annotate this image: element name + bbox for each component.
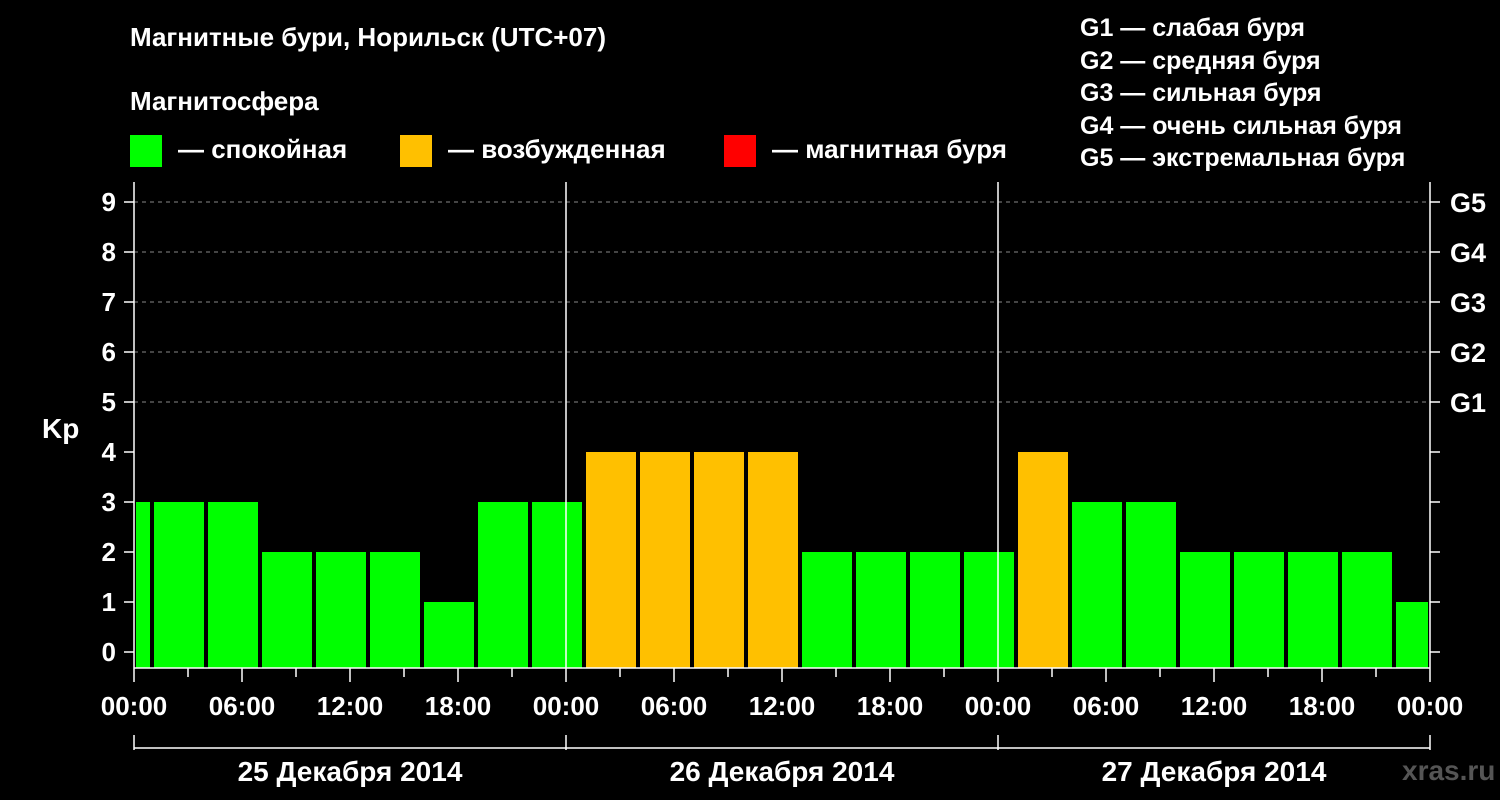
kp-bar bbox=[424, 602, 474, 668]
kp-bar bbox=[640, 452, 690, 668]
storm-level-label: G4 bbox=[1450, 238, 1486, 268]
kp-bar bbox=[1396, 602, 1428, 668]
day-label: 27 Декабря 2014 bbox=[1102, 756, 1327, 787]
storm-level-label: G5 bbox=[1450, 188, 1486, 218]
x-tick-label: 12:00 bbox=[317, 691, 384, 721]
x-tick-label: 12:00 bbox=[749, 691, 816, 721]
y-tick-label: 4 bbox=[102, 437, 117, 467]
x-tick-label: 18:00 bbox=[425, 691, 492, 721]
kp-bar bbox=[1072, 502, 1122, 668]
storm-level-label: G2 bbox=[1450, 338, 1486, 368]
x-tick-label: 18:00 bbox=[857, 691, 924, 721]
y-tick-label: 5 bbox=[102, 387, 116, 417]
kp-bar bbox=[964, 552, 1014, 668]
kp-bar bbox=[1018, 452, 1068, 668]
kp-bar bbox=[262, 552, 312, 668]
kp-bar bbox=[1126, 502, 1176, 668]
kp-bar bbox=[856, 552, 906, 668]
kp-bar bbox=[1234, 552, 1284, 668]
day-label: 25 Декабря 2014 bbox=[238, 756, 463, 787]
kp-bar bbox=[586, 452, 636, 668]
x-tick-label: 00:00 bbox=[1397, 691, 1464, 721]
x-tick-label: 06:00 bbox=[1073, 691, 1140, 721]
x-tick-label: 00:00 bbox=[965, 691, 1032, 721]
kp-bar bbox=[478, 502, 528, 668]
x-tick-label: 06:00 bbox=[641, 691, 708, 721]
kp-bar bbox=[136, 502, 150, 668]
day-label: 26 Декабря 2014 bbox=[670, 756, 895, 787]
kp-bar bbox=[370, 552, 420, 668]
y-tick-label: 0 bbox=[102, 637, 116, 667]
y-tick-label: 7 bbox=[102, 287, 116, 317]
y-tick-label: 9 bbox=[102, 187, 116, 217]
x-tick-label: 00:00 bbox=[101, 691, 168, 721]
kp-bar bbox=[694, 452, 744, 668]
y-tick-label: 6 bbox=[102, 337, 116, 367]
storm-level-label: G3 bbox=[1450, 288, 1486, 318]
kp-bar bbox=[316, 552, 366, 668]
kp-bar bbox=[910, 552, 960, 668]
kp-bar bbox=[1180, 552, 1230, 668]
storm-level-label: G1 bbox=[1450, 388, 1486, 418]
y-tick-label: 1 bbox=[102, 587, 116, 617]
y-tick-label: 3 bbox=[102, 487, 116, 517]
y-axis-label: Kp bbox=[42, 413, 79, 444]
kp-bar bbox=[532, 502, 582, 668]
y-tick-label: 8 bbox=[102, 237, 116, 267]
x-tick-label: 12:00 bbox=[1181, 691, 1248, 721]
kp-bar bbox=[748, 452, 798, 668]
kp-bar bbox=[1342, 552, 1392, 668]
x-tick-label: 00:00 bbox=[533, 691, 600, 721]
kp-bar-chart: 0 1 2 3 4 5 6 7 8 9 G1 G2 G3 G4 G5 Kp 00:00 06:00 12:00 18:… bbox=[42, 182, 1486, 787]
kp-bar bbox=[208, 502, 258, 668]
kp-bar bbox=[154, 502, 204, 668]
kp-bar bbox=[802, 552, 852, 668]
kp-bar bbox=[1288, 552, 1338, 668]
x-tick-label: 06:00 bbox=[209, 691, 276, 721]
x-tick-label: 18:00 bbox=[1289, 691, 1356, 721]
y-tick-label: 2 bbox=[102, 537, 116, 567]
